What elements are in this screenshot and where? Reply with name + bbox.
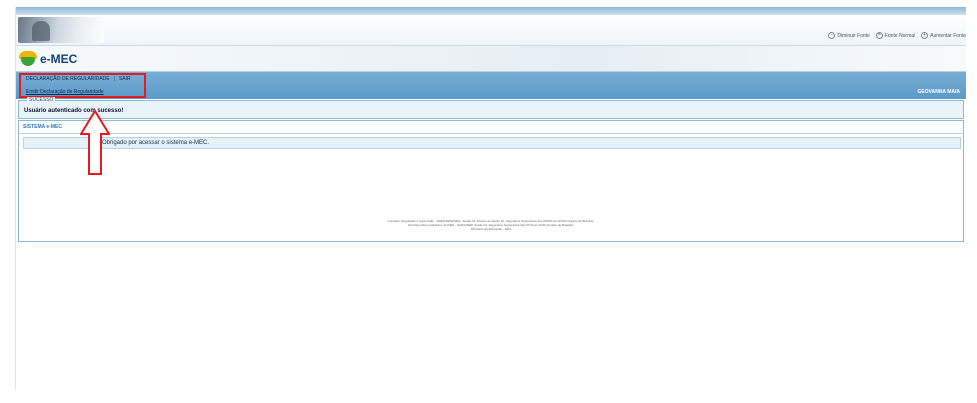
footer: Contatos: Regulação e Supervisão - SRES/… — [19, 219, 963, 231]
plus-icon: + — [921, 32, 929, 39]
emec-logo-icon — [19, 51, 37, 66]
top-stripe — [16, 7, 966, 15]
page-frame: - Diminuir Fonte = Fonte Normal + Aument… — [15, 7, 966, 390]
normal-font-button[interactable]: = Fonte Normal — [875, 32, 916, 39]
increase-font-label: Aumentar Fonte — [930, 32, 966, 39]
normal-font-label: Fonte Normal — [884, 32, 916, 39]
success-legend: SUCESSO — [27, 97, 56, 103]
system-panel: SISTEMA e-MEC Obrigado por acessar o sis… — [18, 120, 964, 242]
highlight-box — [19, 73, 146, 98]
increase-font-button[interactable]: + Aumentar Fonte — [921, 32, 966, 39]
success-fieldset: SUCESSO Usuário autenticado com sucesso! — [18, 97, 964, 119]
user-name: GEOVANNA MAIA — [917, 89, 961, 95]
header-banner: - Diminuir Fonte = Fonte Normal + Aument… — [16, 15, 966, 45]
menu-bar: DECLARAÇÃO DE REGULARIDADE | SAIR Emitir… — [16, 72, 966, 99]
logo-bar: e-MEC — [16, 45, 966, 72]
decrease-font-label: Diminuir Fonte — [837, 32, 870, 39]
footer-line: Ministério da Educação - 2011 — [470, 227, 512, 231]
normal-icon: = — [875, 32, 883, 39]
emec-logo[interactable]: e-MEC — [19, 51, 77, 66]
minus-icon: - — [828, 32, 836, 39]
panel-divider — [19, 133, 963, 134]
decrease-font-button[interactable]: - Diminuir Fonte — [828, 32, 870, 39]
font-size-tools: - Diminuir Fonte = Fonte Normal + Aument… — [828, 32, 966, 39]
panel-message: Obrigado por acessar o sistema e-MEC. — [23, 137, 961, 149]
panel-title: SISTEMA e-MEC — [23, 124, 62, 130]
up-arrow-annotation — [80, 110, 110, 175]
logo-text: e-MEC — [40, 51, 78, 66]
banner-photo — [18, 17, 104, 43]
